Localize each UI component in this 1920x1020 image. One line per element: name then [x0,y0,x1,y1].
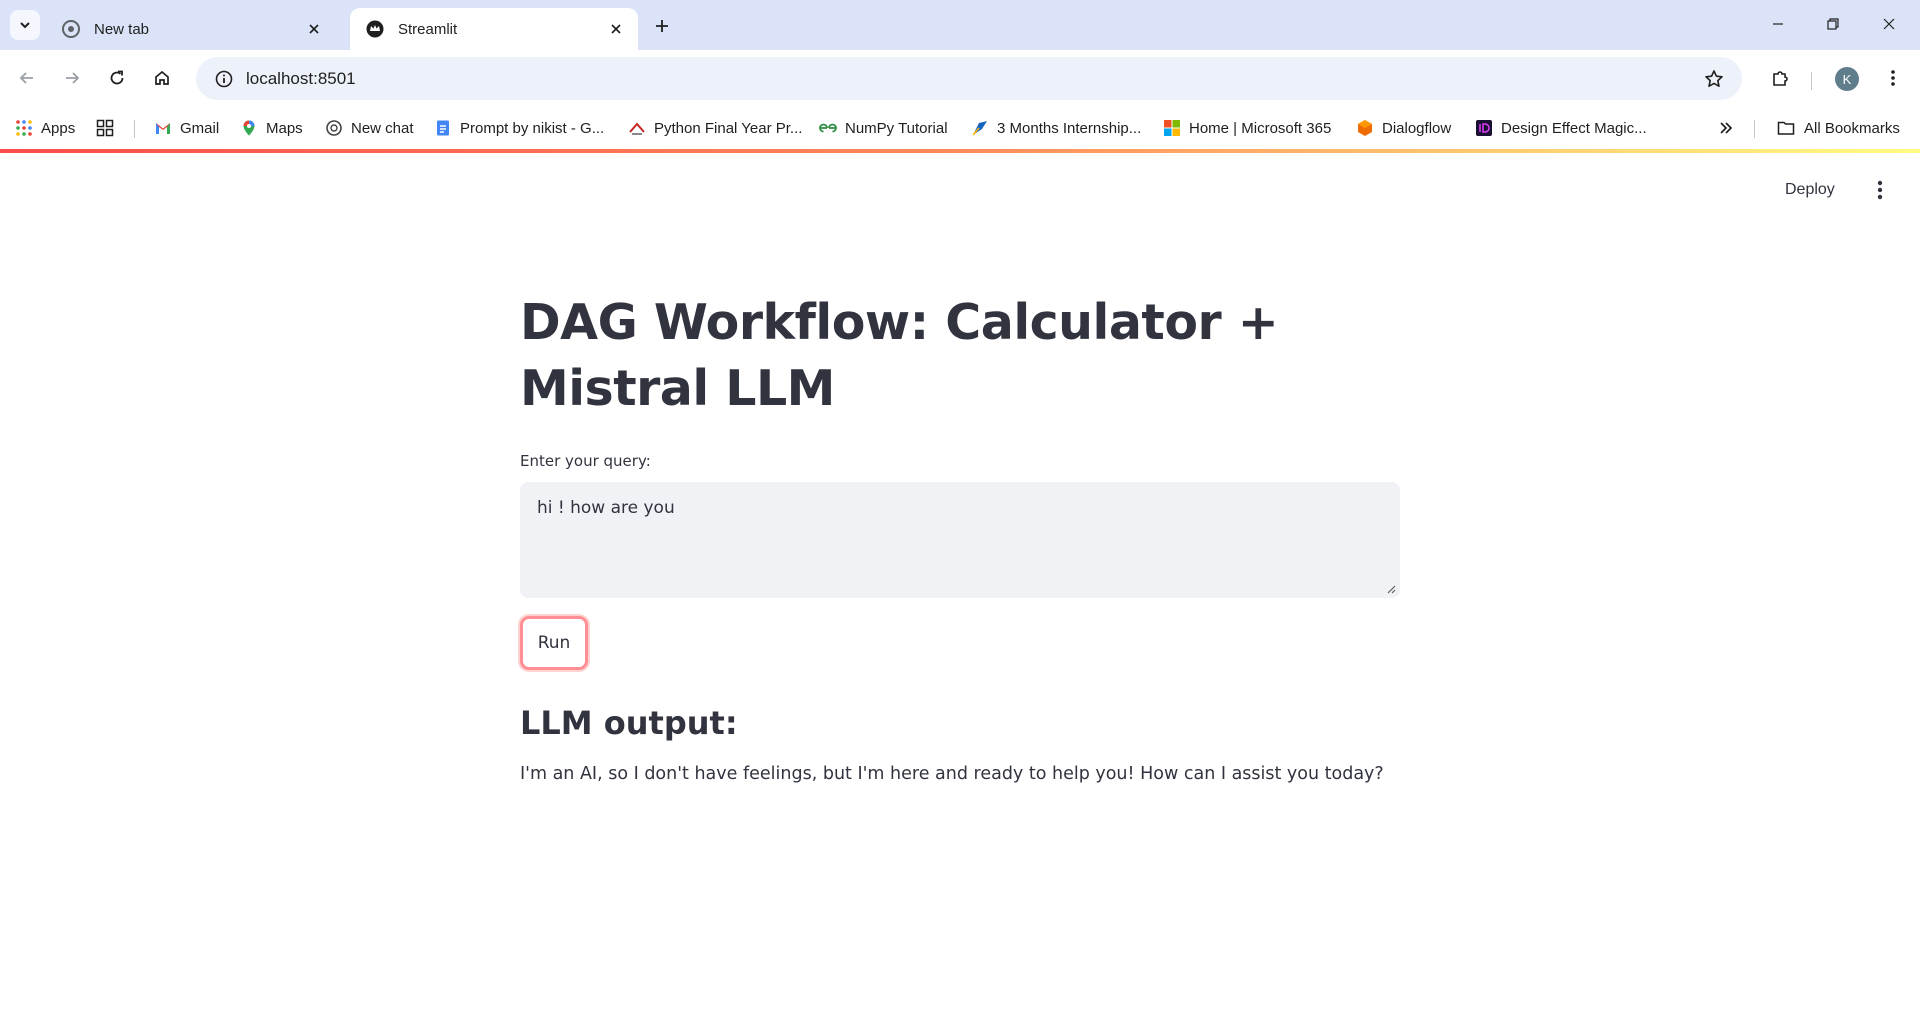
new-tab-button[interactable] [648,12,676,40]
extensions-button[interactable] [1764,61,1798,95]
apps-grid-icon [16,120,32,136]
close-tab-icon[interactable] [606,19,626,39]
bookmark-tab-groups[interactable] [96,114,122,142]
query-text: hi ! how are you [537,498,675,518]
design-icon [1476,120,1492,136]
tab-groups-icon [96,119,114,137]
close-icon [1883,18,1895,30]
bookmark-apps[interactable]: Apps [15,114,75,142]
reload-icon [110,70,124,85]
bookmarks-overflow-button[interactable] [1718,114,1734,142]
kebab-menu-icon [1877,180,1883,200]
bookmark-label: Python Final Year Pr... [654,119,803,137]
bookmark-label: Maps [266,119,303,137]
query-label: Enter your query: [520,452,651,470]
toolbar-divider [1811,72,1812,90]
all-bookmarks-folder[interactable]: All Bookmarks [1776,114,1900,142]
google-docs-icon [437,120,449,136]
main-menu-button[interactable] [1866,173,1894,207]
kebab-menu-icon [1891,70,1895,86]
close-window-button[interactable] [1866,6,1912,42]
arrow-right-icon [66,72,80,84]
streamlit-header: Deploy [0,153,1920,225]
profile-avatar[interactable]: K [1835,67,1859,91]
main-content: DAG Workflow: Calculator + Mistral LLM E… [520,290,1400,784]
site-info-icon[interactable] [204,70,244,88]
dialogflow-icon [1358,120,1372,136]
restore-icon [1827,18,1839,30]
bookmarks-bar: Apps Gmail Maps New chat Prompt by nikis… [0,107,1920,149]
chrome-menu-button[interactable] [1876,61,1910,95]
bookmark-design-effect[interactable]: Design Effect Magic... [1475,114,1647,142]
query-textarea[interactable]: hi ! how are you [520,482,1400,598]
bookmark-label: Home | Microsoft 365 [1189,119,1332,137]
bookmark-separator [1754,120,1755,138]
microsoft-icon [1164,120,1180,136]
gmail-icon [156,123,170,134]
bookmark-label: Apps [41,119,76,137]
chrome-icon [62,20,80,38]
puzzle-icon [1773,71,1788,86]
bookmark-numpy-tutorial[interactable]: NumPy Tutorial [819,114,948,142]
url-text: localhost:8501 [246,68,356,88]
bookmark-label: Design Effect Magic... [1501,119,1647,137]
chevron-down-icon [20,22,30,29]
maps-icon [243,120,255,136]
double-chevron-right-icon [1720,122,1733,134]
reload-button[interactable] [100,61,134,95]
minimize-button[interactable] [1755,6,1801,42]
tab-title: Streamlit [398,20,458,38]
bookmark-label: All Bookmarks [1804,119,1900,137]
bookmark-label: Dialogflow [1382,119,1452,137]
bookmark-label: New chat [351,119,414,137]
bookmark-label: 3 Months Internship... [997,119,1142,137]
tab-title: New tab [94,20,150,38]
restore-button[interactable] [1810,6,1856,42]
bookmark-gmail[interactable]: Gmail [154,114,219,142]
back-button[interactable] [10,61,44,95]
minimize-icon [1773,23,1783,25]
llm-output-text: I'm an AI, so I don't have feelings, but… [520,764,1384,784]
home-button[interactable] [145,61,179,95]
address-bar[interactable]: localhost:8501 [196,57,1742,100]
output-heading: LLM output: [520,704,738,742]
bookmark-dialogflow[interactable]: Dialogflow [1356,114,1451,142]
bookmark-separator [134,120,135,138]
folder-icon [1777,121,1795,135]
site-icon [629,122,645,135]
bookmark-prompt-doc[interactable]: Prompt by nikist - G... [434,114,604,142]
bookmark-label: Prompt by nikist - G... [460,119,605,137]
bookmark-label: Gmail [180,119,220,137]
browser-tab-strip: New tab Streamlit [0,0,1920,50]
tab-streamlit[interactable]: Streamlit [350,8,638,50]
geeksforgeeks-icon [819,123,837,133]
page-title: DAG Workflow: Calculator + Mistral LLM [520,294,1279,417]
bookmark-star-icon[interactable] [1694,69,1734,89]
bookmark-new-chat[interactable]: New chat [325,114,414,142]
site-icon [972,121,987,136]
streamlit-crown-icon [366,20,384,38]
browser-toolbar: localhost:8501 K [0,50,1920,107]
openai-icon [326,120,342,136]
home-icon [155,70,169,85]
deploy-button[interactable]: Deploy [1785,175,1835,205]
bookmark-maps[interactable]: Maps [240,114,303,142]
resize-handle-icon[interactable] [1386,584,1396,594]
tab-search-button[interactable] [10,10,40,40]
run-button[interactable]: Run [520,616,588,670]
bookmark-label: NumPy Tutorial [845,119,948,137]
arrow-left-icon [19,72,33,84]
forward-button[interactable] [55,61,89,95]
bookmark-internship[interactable]: 3 Months Internship... [971,114,1141,142]
bookmark-microsoft-365[interactable]: Home | Microsoft 365 [1163,114,1331,142]
tab-new-tab[interactable]: New tab [46,8,336,50]
plus-icon [656,20,668,32]
bookmark-python-final-year[interactable]: Python Final Year Pr... [628,114,802,142]
close-tab-icon[interactable] [304,19,324,39]
